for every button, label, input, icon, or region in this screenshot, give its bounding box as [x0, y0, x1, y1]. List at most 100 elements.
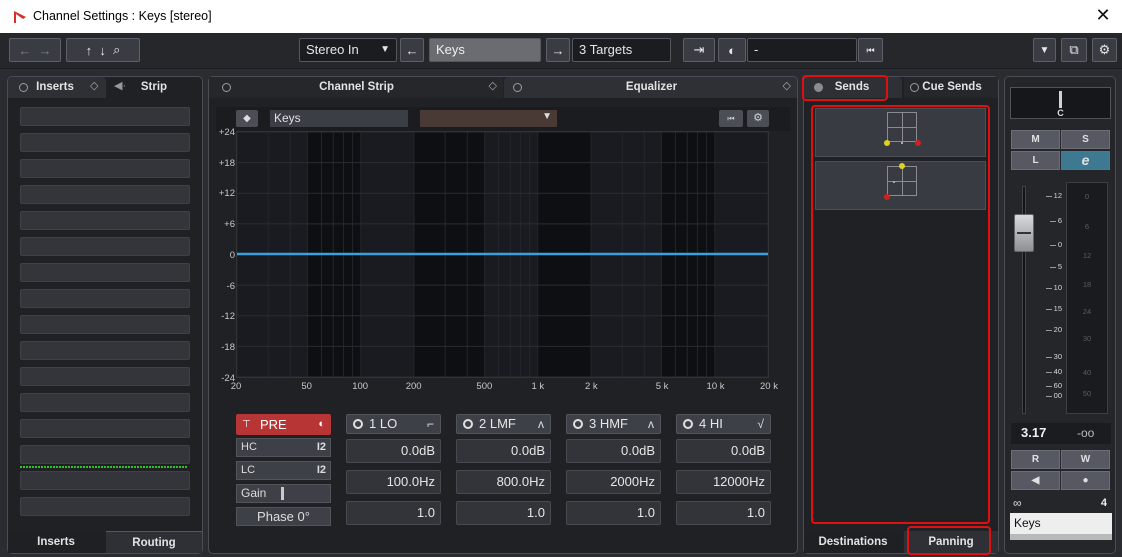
power-icon[interactable]: ◐ [318, 414, 325, 435]
channel-strip-bypass-radio[interactable] [222, 83, 231, 92]
listen-button[interactable]: L [1011, 151, 1060, 170]
pan-indicator[interactable] [1059, 91, 1062, 108]
peak-value[interactable]: -oo [1077, 426, 1094, 440]
filter-shape-icon[interactable]: ᴧ [538, 415, 544, 433]
inserts-tab[interactable]: Inserts ◇ [8, 77, 106, 98]
pan-control[interactable]: C [1010, 87, 1111, 119]
back-arrow-icon[interactable]: ← [18, 43, 31, 58]
phase-button[interactable]: Phase 0° [236, 507, 331, 526]
eq-band-1-gain-field[interactable]: 0.0dB [346, 439, 441, 463]
next-channel-button[interactable]: → [546, 38, 570, 62]
eq-settings-button[interactable]: ⚙ [747, 110, 769, 127]
volume-readout[interactable]: 3.17 -oo [1011, 423, 1111, 444]
window-menu-button[interactable]: ▼ [1033, 38, 1056, 62]
record-enable-button[interactable]: ● [1061, 471, 1110, 490]
output-targets-field[interactable]: 3 Targets [572, 38, 671, 62]
volume-fader-handle[interactable] [1014, 214, 1034, 252]
eq-band-1-freq-field[interactable]: 100.0Hz [346, 470, 441, 494]
insert-slot[interactable] [20, 107, 190, 126]
high-cut-filter[interactable]: HC I2 [236, 438, 331, 457]
close-window-button[interactable]: ✕ [1092, 5, 1114, 27]
forward-arrow-icon[interactable]: → [39, 43, 52, 58]
channel-name-label[interactable]: Keys [1010, 513, 1112, 534]
channel-strip-tab[interactable]: Channel Strip ◇ [209, 77, 503, 98]
eq-band-1-q-field[interactable]: 1.0 [346, 501, 441, 525]
gain-slider[interactable]: Gain [236, 484, 331, 503]
diamond-icon[interactable]: ◇ [489, 79, 497, 92]
insert-slot[interactable] [20, 445, 190, 464]
eq-band-1-header[interactable]: 1 LO ⌐ [346, 414, 441, 434]
up-arrow-icon[interactable]: ↑ [86, 43, 93, 58]
edit-channel-button[interactable]: e [1061, 151, 1110, 170]
down-arrow-icon[interactable]: ↓ [99, 43, 106, 58]
eq-curve-display[interactable] [236, 131, 769, 378]
previous-channel-button[interactable]: ← [400, 38, 424, 62]
band-power-icon[interactable] [573, 419, 583, 429]
eq-band-3-gain-field[interactable]: 0.0dB [566, 439, 661, 463]
insert-slot[interactable] [20, 185, 190, 204]
eq-band-2-gain-field[interactable]: 0.0dB [456, 439, 551, 463]
insert-slot[interactable] [20, 367, 190, 386]
eq-band-2-freq-field[interactable]: 800.0Hz [456, 470, 551, 494]
equalizer-tab[interactable]: Equalizer ◇ [504, 77, 797, 98]
equalizer-bypass-radio[interactable] [513, 83, 522, 92]
cue-sends-tab[interactable]: Cue Sends [904, 77, 998, 98]
low-cut-filter[interactable]: LC I2 [236, 461, 331, 480]
eq-band-4-freq-field[interactable]: 12000Hz [676, 470, 771, 494]
insert-slot[interactable] [20, 237, 190, 256]
eq-reset-button[interactable]: ⏮ [719, 110, 743, 127]
band-power-icon[interactable] [683, 419, 693, 429]
band-power-icon[interactable] [353, 419, 363, 429]
insert-slot[interactable] [20, 133, 190, 152]
band-power-icon[interactable] [463, 419, 473, 429]
write-automation-button[interactable]: W [1061, 450, 1110, 469]
filter-shape-icon[interactable]: √ [757, 415, 764, 433]
insert-slot[interactable] [20, 341, 190, 360]
destinations-tab[interactable]: Destinations [804, 531, 902, 553]
channel-name-field[interactable]: Keys [429, 38, 541, 62]
eq-preset-name[interactable]: Keys [270, 110, 408, 127]
gain-slider-handle[interactable] [281, 487, 284, 500]
search-icon[interactable]: ⌕ [113, 42, 120, 58]
input-routing-select[interactable]: Stereo In ▼ [299, 38, 397, 62]
insert-slot[interactable] [20, 393, 190, 412]
diamond-icon[interactable]: ◇ [783, 79, 791, 92]
insert-slot[interactable] [20, 497, 190, 516]
insert-slot[interactable] [20, 159, 190, 178]
diamond-icon[interactable]: ◇ [90, 79, 98, 92]
strip-tab[interactable]: ◀· Strip [108, 77, 202, 98]
history-nav-buttons[interactable]: ← → [9, 38, 61, 62]
insert-slot[interactable] [20, 315, 190, 334]
preset-button[interactable]: ◐ [718, 38, 746, 62]
mute-button[interactable]: M [1011, 130, 1060, 149]
eq-preset-select[interactable]: ▼ [420, 110, 557, 127]
link-channels-button[interactable]: ⇥ [683, 38, 715, 62]
eq-band-3-q-field[interactable]: 1.0 [566, 501, 661, 525]
eq-preset-browser-button[interactable]: ◆ [236, 110, 258, 127]
insert-slot[interactable] [20, 289, 190, 308]
eq-band-3-header[interactable]: 3 HMF ᴧ [566, 414, 661, 434]
eq-band-4-header[interactable]: 4 HI √ [676, 414, 771, 434]
cue-sends-radio[interactable] [910, 83, 919, 92]
eq-band-4-q-field[interactable]: 1.0 [676, 501, 771, 525]
monitor-button[interactable]: ◀ [1011, 471, 1060, 490]
eq-band-2-header[interactable]: 2 LMF ᴧ [456, 414, 551, 434]
settings-button[interactable]: ⚙ [1092, 38, 1117, 62]
link-icon[interactable]: ∞ [1013, 496, 1022, 510]
eq-band-3-freq-field[interactable]: 2000Hz [566, 470, 661, 494]
filter-shape-icon[interactable]: ᴧ [648, 415, 654, 433]
channel-nav-buttons[interactable]: ↑ ↓ ⌕ [66, 38, 140, 62]
volume-value[interactable]: 3.17 [1021, 425, 1046, 440]
bottom-tab-inserts[interactable]: Inserts [8, 531, 104, 553]
inserts-bypass-radio[interactable] [19, 83, 28, 92]
solo-button[interactable]: S [1061, 130, 1110, 149]
filter-shape-icon[interactable]: ⌐ [427, 415, 434, 433]
insert-slot[interactable] [20, 471, 190, 490]
reset-preset-button[interactable]: ⏮ [858, 38, 883, 62]
bottom-tab-routing[interactable]: Routing [106, 531, 202, 553]
insert-slot[interactable] [20, 263, 190, 282]
eq-band-4-gain-field[interactable]: 0.0dB [676, 439, 771, 463]
eq-band-2-q-field[interactable]: 1.0 [456, 501, 551, 525]
pre-filter-toggle[interactable]: ⊤ PRE ◐ [236, 414, 331, 435]
insert-slot[interactable] [20, 419, 190, 438]
